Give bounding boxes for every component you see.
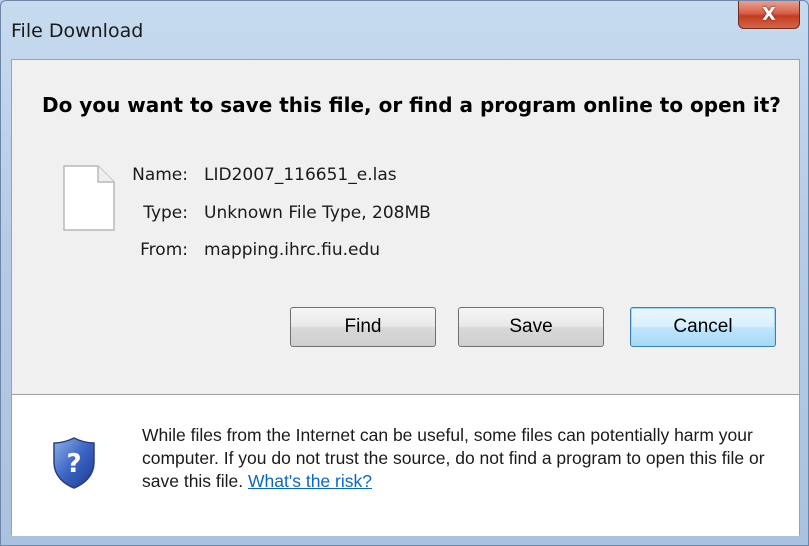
cancel-button[interactable]: Cancel — [630, 307, 776, 347]
file-download-dialog: File Download X Do you want to save this… — [0, 0, 809, 546]
title-bar[interactable]: File Download X — [1, 1, 808, 61]
whats-the-risk-link[interactable]: What's the risk? — [248, 471, 372, 491]
name-label: Name: — [132, 165, 188, 185]
svg-text:?: ? — [66, 449, 81, 479]
dialog-content: Do you want to save this file, or find a… — [11, 59, 800, 536]
security-shield-question-icon: ? — [53, 437, 95, 489]
security-warning-text: While files from the Internet can be use… — [142, 424, 792, 493]
dialog-upper-panel: Do you want to save this file, or find a… — [12, 60, 799, 394]
dialog-question: Do you want to save this file, or find a… — [42, 93, 781, 117]
file-name-value: LID2007_116651_e.las — [204, 165, 397, 185]
warning-message: While files from the Internet can be use… — [142, 425, 765, 491]
save-button[interactable]: Save — [458, 307, 604, 347]
close-icon: X — [762, 4, 776, 25]
close-button[interactable]: X — [738, 1, 800, 29]
find-button[interactable]: Find — [290, 307, 436, 347]
from-label: From: — [140, 240, 188, 260]
type-label: Type: — [143, 203, 188, 223]
file-type-value: Unknown File Type, 208MB — [204, 203, 431, 223]
window-title: File Download — [11, 20, 144, 42]
file-from-value: mapping.ihrc.fiu.edu — [204, 240, 381, 260]
security-warning-panel: ? While files from the Internet can be u… — [12, 395, 799, 536]
